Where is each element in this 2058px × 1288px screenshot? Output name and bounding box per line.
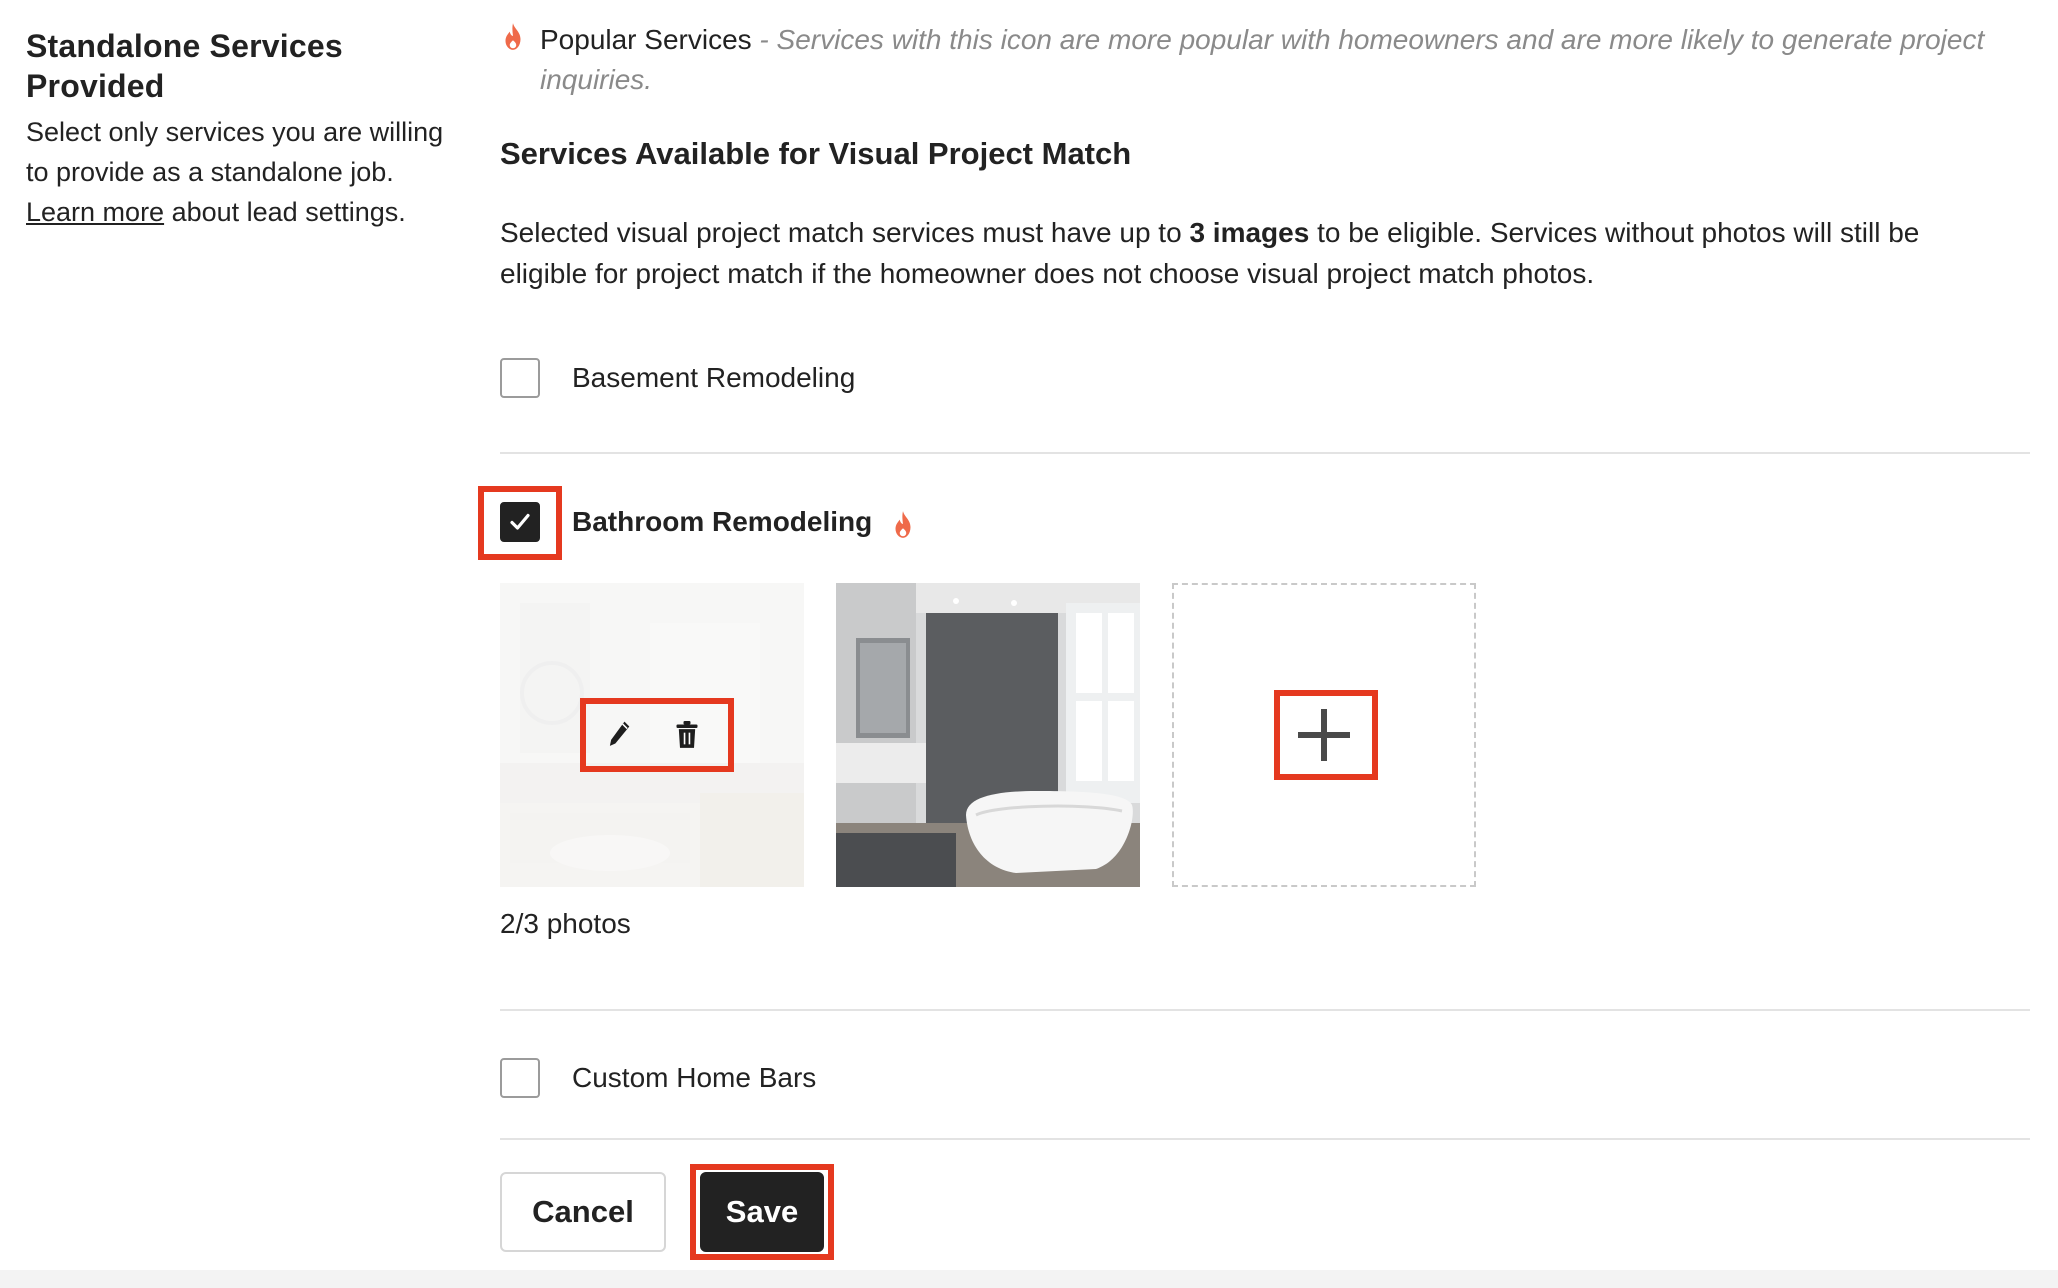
- plus-icon: [1298, 709, 1350, 761]
- save-button[interactable]: Save: [700, 1172, 824, 1252]
- popular-label: Popular Services: [540, 24, 752, 55]
- footer-band: [0, 1270, 2058, 1288]
- description-text-end: about lead settings.: [164, 197, 406, 227]
- section-description: Select only services you are willing to …: [26, 112, 466, 232]
- page: Standalone Services Provided Select only…: [0, 0, 2058, 1288]
- visual-match-desc-start: Selected visual project match services m…: [500, 217, 1190, 248]
- checkmark-icon: [510, 513, 530, 530]
- custom-home-bars-checkbox[interactable]: [500, 1058, 540, 1098]
- left-column: Standalone Services Provided Select only…: [26, 26, 466, 232]
- popular-services-legend: Popular Services - Services with this ic…: [500, 20, 2030, 100]
- popular-separator: -: [751, 24, 777, 55]
- edit-pencil-icon[interactable]: [604, 718, 634, 752]
- divider: [500, 1138, 2030, 1140]
- visual-match-description: Selected visual project match services m…: [500, 212, 2010, 294]
- service-label: Bathroom Remodeling: [572, 506, 873, 537]
- service-row-custom-home-bars: Custom Home Bars: [500, 1058, 2030, 1098]
- divider: [500, 452, 2030, 454]
- description-text: Select only services you are willing to …: [26, 117, 444, 187]
- service-label: Basement Remodeling: [572, 362, 856, 393]
- cancel-button[interactable]: Cancel: [500, 1172, 666, 1252]
- visual-match-title: Services Available for Visual Project Ma…: [500, 136, 1132, 171]
- bathroom-photo-2[interactable]: [836, 583, 1140, 887]
- add-photo-tile[interactable]: [1172, 583, 1476, 887]
- basement-remodeling-checkbox[interactable]: [500, 358, 540, 398]
- popular-services-text: Popular Services - Services with this ic…: [540, 20, 2030, 100]
- photo-count: 2/3 photos: [500, 908, 631, 939]
- section-heading: Standalone Services Provided: [26, 28, 343, 104]
- service-row-bathroom-remodeling: Bathroom Remodeling: [500, 502, 2030, 542]
- flame-icon: [895, 511, 911, 538]
- divider: [500, 1009, 2030, 1011]
- bathroom-remodeling-checkbox[interactable]: [500, 502, 540, 542]
- photo-actions: [584, 703, 720, 767]
- visual-match-desc-bold: 3 images: [1189, 217, 1310, 248]
- bathroom-photo-1[interactable]: [500, 583, 804, 887]
- flame-icon: [505, 23, 521, 50]
- service-label: Custom Home Bars: [572, 1062, 817, 1093]
- learn-more-link[interactable]: Learn more: [26, 197, 164, 227]
- service-row-basement-remodeling: Basement Remodeling: [500, 358, 2030, 398]
- bathroom-photo-2-image: [836, 583, 1140, 887]
- trash-icon[interactable]: [673, 718, 701, 752]
